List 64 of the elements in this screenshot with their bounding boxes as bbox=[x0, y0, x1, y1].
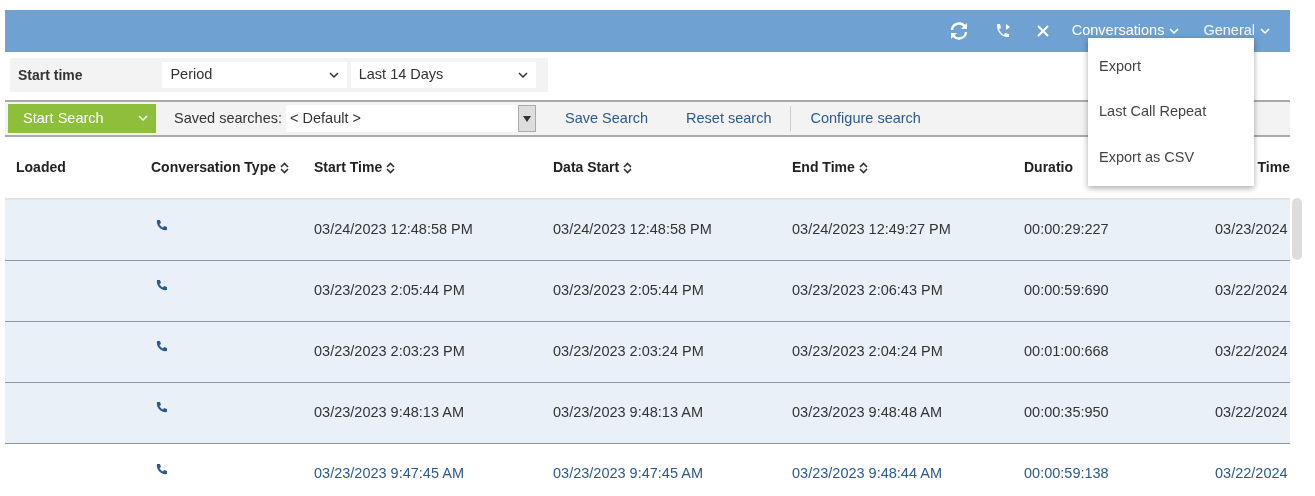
column-header[interactable]: Conversation Type bbox=[151, 159, 276, 175]
table-cell: 03/24/2023 12:48:58 PM bbox=[553, 220, 712, 237]
table-cell: 00:00:59:690 bbox=[1024, 281, 1109, 298]
menu-item[interactable]: Export as CSV bbox=[1088, 134, 1254, 181]
column-header[interactable]: Data Start bbox=[553, 159, 620, 175]
column-header: Time bbox=[1257, 159, 1290, 175]
sort-icon[interactable] bbox=[858, 162, 868, 175]
table-cell: 03/22/2024 bbox=[1215, 464, 1288, 481]
table-cell: 03/23/2023 9:47:45 AM bbox=[314, 464, 464, 481]
phone-icon bbox=[156, 219, 167, 231]
table-cell: 00:00:59:138 bbox=[1024, 464, 1109, 481]
table-row[interactable]: 03/23/2023 9:48:13 AM 03/23/2023 9:48:13 AM 03/23/2023 9:48:48 AM 00:00:35:950 03/22/2024 bbox=[5, 382, 1290, 443]
table-cell: 03/22/2024 bbox=[1215, 342, 1288, 359]
caret-icon bbox=[138, 115, 148, 122]
toolbar-link[interactable]: Save Search bbox=[546, 107, 668, 130]
dropdown[interactable]: Period bbox=[162, 62, 347, 88]
toolbar-link[interactable]: Reset search bbox=[667, 107, 791, 130]
column-header[interactable]: Start Time bbox=[314, 159, 383, 175]
table-cell: 03/23/2023 9:47:45 AM bbox=[553, 464, 703, 481]
toolbar-link[interactable]: Configure search bbox=[791, 107, 940, 130]
table-cell: 03/23/2023 2:06:43 PM bbox=[792, 281, 943, 298]
table-cell: 03/22/2024 bbox=[1215, 403, 1288, 420]
phone-icon bbox=[156, 402, 167, 414]
table-cell: 03/23/2023 9:48:48 AM bbox=[792, 403, 942, 420]
table-row[interactable]: 03/24/2023 12:48:58 PM 03/24/2023 12:48:58 PM 03/24/2023 12:49:27 PM 00:00:29:227 03/23/2024 bbox=[5, 199, 1290, 260]
table-cell: 03/23/2023 2:05:44 PM bbox=[553, 281, 704, 298]
phone-icon bbox=[156, 463, 167, 475]
table-cell: 00:00:35:950 bbox=[1024, 403, 1109, 420]
caret-icon bbox=[518, 71, 528, 79]
saved-searches-label: Saved searches: bbox=[174, 108, 282, 128]
phone-icon bbox=[156, 280, 167, 292]
table-cell: 03/23/2023 9:48:44 AM bbox=[792, 464, 942, 481]
table-cell: 03/24/2023 12:48:58 PM bbox=[314, 220, 473, 237]
table-cell: 03/24/2023 12:49:27 PM bbox=[792, 220, 951, 237]
table-cell: 03/23/2023 9:48:13 AM bbox=[553, 403, 703, 420]
menu-item[interactable]: Last Call Repeat bbox=[1088, 89, 1254, 135]
menu-item[interactable]: Export bbox=[1088, 44, 1254, 90]
column-header: Loaded bbox=[16, 159, 66, 175]
table-row[interactable]: 03/23/2023 2:05:44 PM 03/23/2023 2:05:44 PM 03/23/2023 2:06:43 PM 00:00:59:690 03/22/2024 bbox=[5, 260, 1290, 321]
caret-icon bbox=[523, 115, 531, 122]
phone-icon bbox=[156, 341, 167, 353]
table-cell: 03/23/2023 9:48:13 AM bbox=[314, 403, 464, 420]
dropdown[interactable]: Last 14 Days bbox=[350, 62, 536, 88]
saved-search-dropdown[interactable]: < Default > bbox=[286, 105, 536, 132]
caret-icon bbox=[1260, 27, 1270, 35]
table-cell: 03/23/2023 2:03:24 PM bbox=[553, 342, 704, 359]
filter-label: Start time bbox=[18, 65, 84, 85]
scrollbar-thumb[interactable] bbox=[1292, 198, 1302, 260]
sort-icon[interactable] bbox=[279, 162, 289, 175]
table-cell: 03/23/2023 2:05:44 PM bbox=[314, 281, 465, 298]
sort-icon[interactable] bbox=[623, 162, 633, 175]
table-cell: 03/23/2024 bbox=[1215, 220, 1288, 237]
table-cell: 03/22/2024 bbox=[1215, 281, 1288, 298]
caret-icon bbox=[328, 71, 339, 79]
table-cell: 03/23/2023 2:04:24 PM bbox=[792, 342, 943, 359]
table-row[interactable]: 03/23/2023 2:03:23 PM 03/23/2023 2:03:24 PM 03/23/2023 2:04:24 PM 00:01:00:668 03/22/2024 bbox=[5, 321, 1290, 382]
column-header[interactable]: End Time bbox=[792, 159, 855, 175]
table-row[interactable]: 03/23/2023 9:47:45 AM 03/23/2023 9:47:45 AM 03/23/2023 9:48:44 AM 00:00:59:138 03/22/2024 bbox=[5, 443, 1290, 496]
sort-icon[interactable] bbox=[386, 162, 396, 175]
table-cell: 00:01:00:668 bbox=[1024, 342, 1109, 359]
column-header: Duratio bbox=[1024, 159, 1073, 175]
caret-icon bbox=[1169, 27, 1180, 35]
table-cell: 00:00:29:227 bbox=[1024, 220, 1109, 237]
table-cell: 03/23/2023 2:03:23 PM bbox=[314, 342, 465, 359]
